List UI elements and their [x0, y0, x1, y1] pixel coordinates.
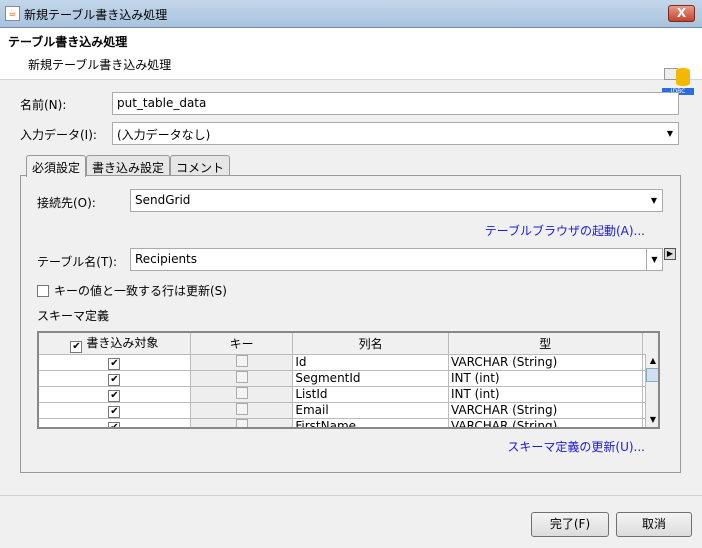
column-header-type[interactable]: 型 [448, 333, 643, 355]
column-name-cell[interactable]: Email [292, 402, 449, 419]
window-title: 新規テーブル書き込み処理 [24, 8, 168, 22]
column-name-cell[interactable]: Id [292, 354, 449, 371]
column-type-cell[interactable]: INT (int) [448, 370, 643, 387]
table-header: ✔ 書き込み対象 キー 列名 型 [39, 333, 658, 355]
column-header-key[interactable]: キー [190, 333, 294, 355]
write-checkbox[interactable]: ✔ [108, 389, 121, 401]
table-row[interactable]: ✔ ListId INT (int) [39, 386, 658, 403]
close-button[interactable]: X [668, 5, 695, 22]
expand-arrow-button[interactable]: ▶ [664, 248, 676, 260]
column-name-cell[interactable]: SegmentId [292, 370, 449, 387]
key-cell[interactable] [190, 354, 294, 371]
checkbox[interactable] [37, 284, 49, 297]
key-checkbox[interactable] [235, 402, 248, 415]
update-on-key-checkbox[interactable]: キーの値と一致する行は更新(S) [37, 282, 227, 299]
schema-label: スキーマ定義 [37, 309, 110, 323]
write-checkbox[interactable]: ✔ [108, 421, 121, 427]
key-cell[interactable] [190, 418, 294, 427]
table-name-value: Recipients [135, 252, 198, 266]
tab-write-settings[interactable]: 書き込み設定 [86, 155, 171, 176]
update-on-key-label: キーの値と一致する行は更新(S) [54, 284, 227, 298]
name-input[interactable]: put_table_data [112, 92, 679, 115]
schema-table: ✔ 書き込み対象 キー 列名 型 ✔ Id VARCHAR (String) ✔ … [37, 331, 660, 429]
header-subtitle: 新規テーブル書き込み処理 [28, 58, 172, 72]
chevron-down-icon[interactable]: ▼ [662, 123, 678, 144]
connection-select[interactable]: SendGrid ▼ [130, 189, 663, 212]
chevron-down-icon[interactable]: ▼ [646, 249, 662, 270]
write-checkbox[interactable]: ✔ [108, 405, 121, 417]
input-data-select[interactable]: (入力データなし) ▼ [112, 122, 679, 145]
table-name-label: テーブル名(T): [37, 255, 118, 269]
header-title: テーブル書き込み処理 [8, 35, 128, 49]
scroll-up-icon[interactable]: ▲ [646, 354, 658, 368]
divider [0, 495, 702, 496]
tab-required[interactable]: 必須設定 [26, 155, 87, 177]
table-row[interactable]: ✔ FirstName VARCHAR (String) [39, 418, 658, 427]
key-checkbox[interactable] [235, 418, 248, 427]
scroll-down-icon[interactable]: ▼ [646, 413, 658, 427]
table-row[interactable]: ✔ Id VARCHAR (String) [39, 354, 658, 371]
table-row[interactable]: ✔ Email VARCHAR (String) [39, 402, 658, 419]
key-checkbox[interactable] [235, 354, 248, 367]
finish-button[interactable]: 完了(F) [531, 512, 609, 537]
vertical-scrollbar[interactable]: ▲ ▼ [645, 354, 658, 427]
column-header-name[interactable]: 列名 [292, 333, 449, 355]
java-app-icon: ☕ [5, 6, 20, 21]
key-cell[interactable] [190, 402, 294, 419]
write-cell[interactable]: ✔ [39, 386, 191, 403]
table-browser-link[interactable]: テーブルブラウザの起動(A)... [485, 222, 645, 239]
tab-comment[interactable]: コメント [170, 155, 231, 176]
write-checkbox[interactable]: ✔ [108, 357, 121, 369]
table-row[interactable]: ✔ SegmentId INT (int) [39, 370, 658, 387]
column-name-cell[interactable]: ListId [292, 386, 449, 403]
chevron-down-icon[interactable]: ▼ [646, 190, 662, 211]
name-label: 名前(N): [20, 98, 67, 112]
input-data-value: (入力データなし) [117, 128, 211, 142]
key-checkbox[interactable] [235, 370, 248, 383]
column-header-write[interactable]: ✔ 書き込み対象 [39, 333, 191, 355]
title-bar: ☕ 新規テーブル書き込み処理 X [0, 0, 702, 28]
input-data-label: 入力データ(I): [20, 128, 97, 142]
dialog-header: テーブル書き込み処理 新規テーブル書き込み処理 JDBC [0, 28, 702, 95]
cancel-button[interactable]: 取消 [616, 512, 692, 537]
write-cell[interactable]: ✔ [39, 418, 191, 427]
column-type-cell[interactable]: VARCHAR (String) [448, 402, 643, 419]
write-checkbox[interactable]: ✔ [108, 373, 121, 385]
column-name-cell[interactable]: FirstName [292, 418, 449, 427]
scroll-thumb[interactable] [646, 368, 658, 382]
column-type-cell[interactable]: VARCHAR (String) [448, 354, 643, 371]
key-cell[interactable] [190, 370, 294, 387]
update-schema-link[interactable]: スキーマ定義の更新(U)... [507, 438, 645, 455]
write-cell[interactable]: ✔ [39, 402, 191, 419]
column-type-cell[interactable]: VARCHAR (String) [448, 418, 643, 427]
key-checkbox[interactable] [235, 386, 248, 399]
write-cell[interactable]: ✔ [39, 354, 191, 371]
connection-label: 接続先(O): [37, 196, 96, 210]
column-type-cell[interactable]: INT (int) [448, 386, 643, 403]
key-cell[interactable] [190, 386, 294, 403]
table-name-combo[interactable]: Recipients ▼ [130, 248, 663, 271]
write-cell[interactable]: ✔ [39, 370, 191, 387]
connection-value: SendGrid [135, 193, 191, 207]
